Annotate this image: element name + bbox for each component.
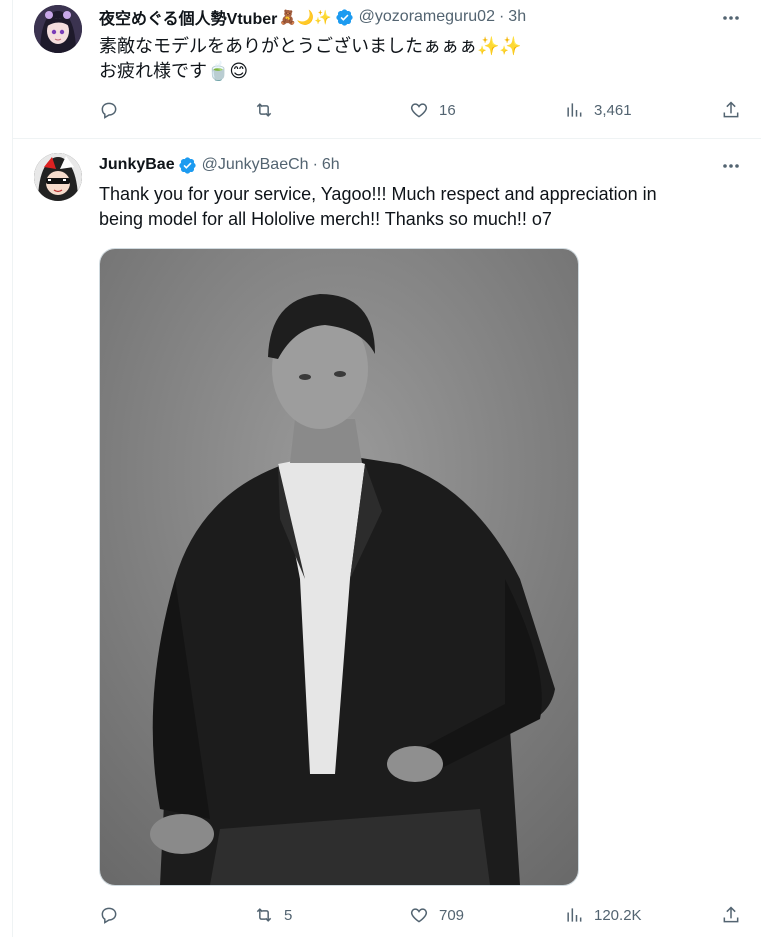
retweet-icon [256, 908, 272, 922]
like-button[interactable]: 16 [409, 98, 456, 122]
photo-man-in-suit-icon [100, 249, 578, 885]
retweet-icon [256, 103, 272, 117]
share-icon [723, 101, 739, 118]
more-options-button[interactable] [717, 8, 745, 28]
name-emoji: 🧸🌙✨ [279, 9, 332, 25]
retweet-button[interactable]: 5 [254, 903, 292, 927]
action-bar: 5 709 120.2K [99, 903, 761, 927]
view-count: 120.2K [594, 906, 642, 924]
share-button[interactable] [721, 903, 741, 927]
reply-button[interactable] [99, 903, 129, 927]
author-name[interactable]: 夜空めぐる個人勢Vtuber [99, 5, 277, 29]
tweet-1[interactable]: 夜空めぐる個人勢Vtuber 🧸🌙✨ @yozorameguru02 · 3h … [12, 0, 761, 138]
share-icon [723, 906, 739, 923]
more-dots-icon [723, 164, 739, 168]
heart-icon [410, 103, 428, 118]
tweet-header: JunkyBae @JunkyBaeCh · 6h [99, 154, 701, 176]
timestamp[interactable]: 6h [322, 156, 340, 174]
action-bar: 16 3,461 [99, 98, 761, 122]
tweet-text-line: 素敵なモデルをありがとうございましたぁぁぁ✨✨ [99, 36, 522, 56]
view-count: 3,461 [594, 101, 632, 119]
tweet-text: 素敵なモデルをありがとうございましたぁぁぁ✨✨ お疲れ様です🍵😊 [99, 34, 711, 84]
tweet-photo[interactable] [99, 248, 579, 886]
views-button[interactable]: 120.2K [564, 903, 642, 927]
timestamp[interactable]: 3h [508, 8, 526, 26]
tweet-text-line: being model for all Hololive merch!! Tha… [99, 209, 552, 229]
avatar[interactable] [34, 153, 82, 201]
more-dots-icon [723, 16, 739, 20]
reply-icon [101, 102, 117, 119]
author-name[interactable]: JunkyBae [99, 156, 175, 174]
tweet-2[interactable]: JunkyBae @JunkyBaeCh · 6h Thank you for … [12, 139, 761, 937]
heart-icon [410, 908, 428, 923]
timeline-feed: 夜空めぐる個人勢Vtuber 🧸🌙✨ @yozorameguru02 · 3h … [0, 0, 761, 937]
tweet-text-line: お疲れ様です🍵😊 [99, 61, 249, 81]
separator-dot: · [498, 8, 505, 25]
reply-icon [101, 907, 117, 924]
tweet-header: 夜空めぐる個人勢Vtuber 🧸🌙✨ @yozorameguru02 · 3h [99, 6, 701, 28]
anime-girl-avatar-icon [34, 5, 82, 53]
analytics-icon [567, 908, 582, 922]
anime-character-sunglasses-avatar-icon [34, 153, 82, 201]
retweet-button[interactable] [254, 98, 284, 122]
analytics-icon [567, 103, 582, 117]
like-count: 16 [439, 101, 456, 119]
like-button[interactable]: 709 [409, 903, 464, 927]
reply-button[interactable] [99, 98, 129, 122]
views-button[interactable]: 3,461 [564, 98, 632, 122]
verified-badge-icon [336, 8, 353, 26]
share-button[interactable] [721, 98, 741, 122]
avatar[interactable] [34, 5, 82, 53]
tweet-text-line: Thank you for your service, Yagoo!!! Muc… [99, 184, 657, 204]
author-handle[interactable]: @JunkyBaeCh [202, 156, 309, 174]
like-count: 709 [439, 906, 465, 924]
separator-dot: · [312, 156, 318, 173]
tweet-text: Thank you for your service, Yagoo!!! Muc… [99, 182, 711, 232]
verified-badge-icon [178, 156, 196, 174]
retweet-count: 5 [284, 906, 293, 924]
author-handle[interactable]: @yozorameguru02 [359, 8, 495, 26]
more-options-button[interactable] [717, 156, 745, 176]
